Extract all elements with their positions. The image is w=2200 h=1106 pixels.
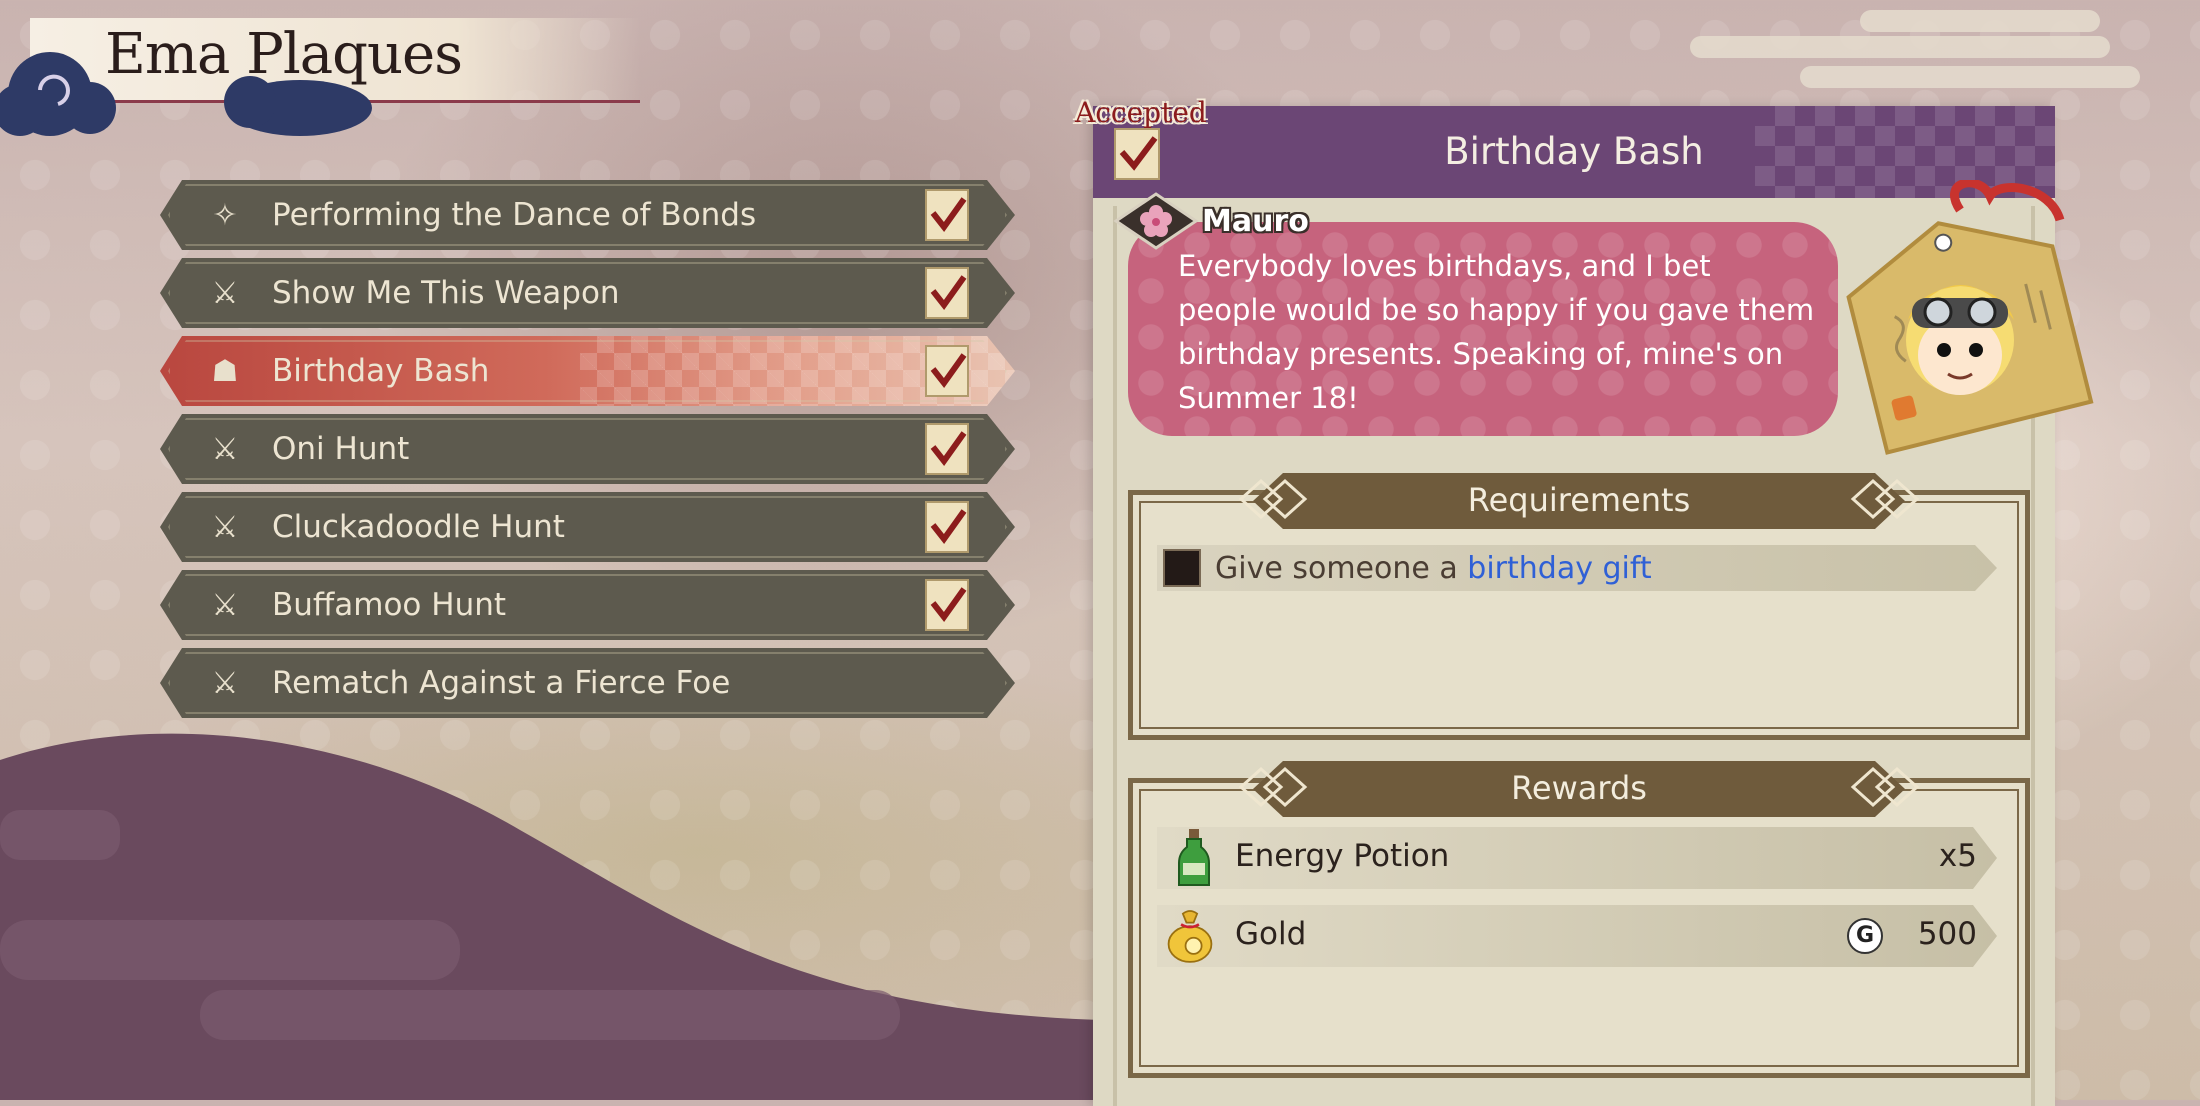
- checkmark-icon: [924, 577, 970, 633]
- quest-item-performing-the-dance-of-bonds[interactable]: ✧ Performing the Dance of Bonds: [160, 180, 1015, 250]
- potion-bottle-icon: [1178, 829, 1210, 886]
- page-title: Ema Plaques: [105, 22, 463, 87]
- requirements-section: Requirements Give someone a birthday gif…: [1128, 490, 2030, 740]
- rewards-section: Rewards Energy Potion x5 Gold G 500: [1128, 778, 2030, 1078]
- purple-hill-decoration: [0, 733, 1100, 1100]
- accepted-status: Accepted: [1075, 96, 1207, 129]
- crossed-swords-icon: ⚔: [211, 588, 239, 623]
- checkmark-icon: [924, 187, 970, 243]
- quest-label: Buffamoo Hunt: [272, 587, 507, 623]
- crossed-swords-icon: ⚔: [211, 666, 239, 701]
- sparkle-icon: ✧: [212, 198, 238, 233]
- crossed-swords-icon: ⚔: [211, 276, 239, 311]
- quest-item-rematch-against-a-fierce-foe[interactable]: ⚔ Rematch Against a Fierce Foe: [160, 648, 1015, 718]
- checkmark-icon: [924, 421, 970, 477]
- cloud-decoration: [1860, 10, 2100, 32]
- quest-item-show-me-this-weapon[interactable]: ⚔ Show Me This Weapon: [160, 258, 1015, 328]
- rewards-title: Rewards: [1511, 769, 1647, 807]
- npc-message: Everybody loves birthdays, and I bet peo…: [1178, 249, 1815, 415]
- crossed-swords-icon: ⚔: [211, 510, 239, 545]
- quest-item-buffamoo-hunt[interactable]: ⚔ Buffamoo Hunt: [160, 570, 1015, 640]
- quest-item-oni-hunt[interactable]: ⚔ Oni Hunt: [160, 414, 1015, 484]
- quest-label: Cluckadoodle Hunt: [272, 509, 565, 545]
- requirements-title: Requirements: [1467, 481, 1691, 519]
- quest-item-cluckadoodle-hunt[interactable]: ⚔ Cluckadoodle Hunt: [160, 492, 1015, 562]
- requirement-prefix: Give someone a: [1215, 551, 1468, 586]
- quest-label: Oni Hunt: [272, 431, 410, 467]
- person-icon: ☗: [211, 354, 239, 389]
- quest-list: ✧ Performing the Dance of Bonds ⚔ Show M…: [160, 180, 1015, 726]
- reward-quantity: x5: [1938, 838, 1977, 874]
- quest-label: Performing the Dance of Bonds: [272, 197, 757, 233]
- flower-badge-icon: [1113, 192, 1199, 250]
- quest-label: Birthday Bash: [272, 353, 490, 389]
- requirement-text: Give someone a birthday gift: [1215, 551, 1652, 586]
- reward-name: Energy Potion: [1235, 838, 1450, 874]
- birthday-gift-link[interactable]: birthday gift: [1467, 551, 1651, 586]
- requirement-checkbox: [1163, 549, 1201, 587]
- ema-plaque-portrait: [1846, 180, 2094, 455]
- npc-name: Mauro: [1202, 204, 1309, 239]
- checkmark-icon: [924, 343, 970, 399]
- quest-label: Show Me This Weapon: [272, 275, 620, 311]
- checkmark-icon: [1114, 128, 1160, 180]
- checkmark-icon: [924, 499, 970, 555]
- crossed-swords-icon: ⚔: [211, 432, 239, 467]
- quest-item-birthday-bash[interactable]: ☗ Birthday Bash: [160, 336, 1015, 406]
- reward-quantity: 500: [1917, 916, 1977, 952]
- checkmark-icon: [924, 265, 970, 321]
- quest-label: Rematch Against a Fierce Foe: [272, 665, 731, 701]
- cloud-decoration: [1800, 66, 2140, 88]
- npc-speech-bubble: Everybody loves birthdays, and I bet peo…: [1128, 222, 1838, 436]
- reward-name: Gold: [1235, 916, 1307, 952]
- cloud-decoration: [1690, 36, 2110, 58]
- quest-title: Birthday Bash: [1444, 130, 1704, 173]
- gold-bag-icon: [1167, 910, 1213, 963]
- gold-currency-icon: G: [1847, 918, 1883, 954]
